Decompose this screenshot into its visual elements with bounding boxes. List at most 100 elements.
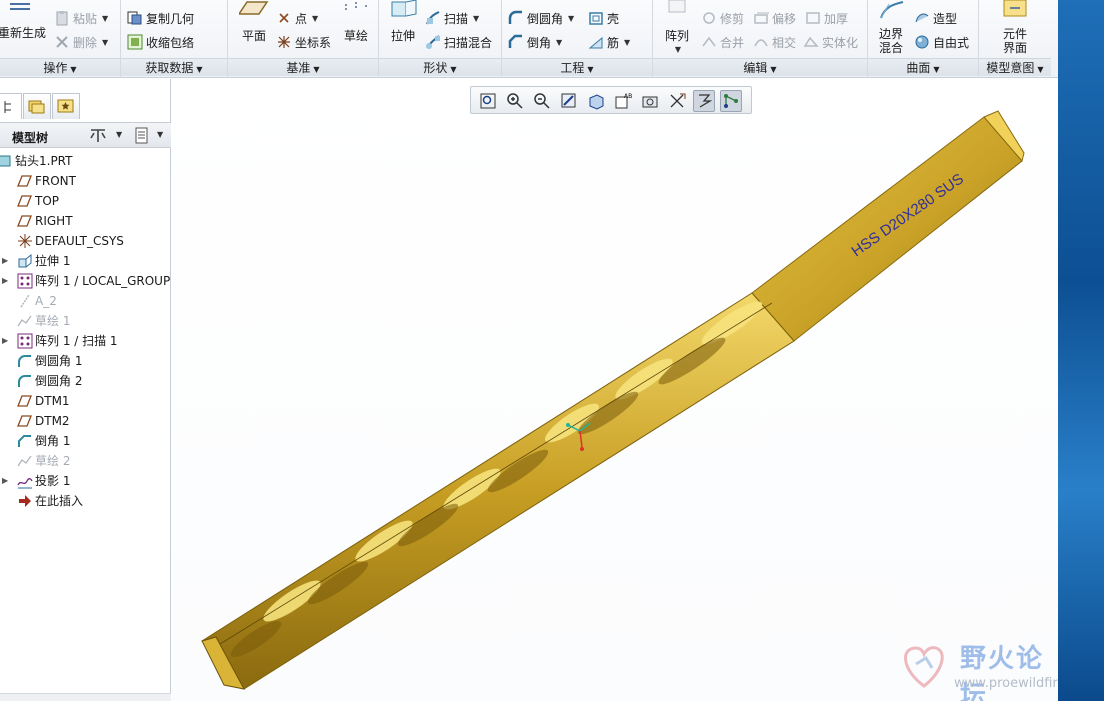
chevron-down-icon[interactable]: ▼: [157, 130, 163, 139]
tree-item[interactable]: 倒角 1: [0, 431, 171, 451]
expand-arrow-icon[interactable]: ▶: [2, 251, 8, 271]
tree-settings-icon[interactable]: [88, 127, 110, 145]
extrude-icon: [391, 0, 417, 17]
ribbon-group-model-intent: 元件 界面 模型意图 ▼: [979, 0, 1051, 78]
group-label-text: 曲面: [906, 61, 931, 75]
tree-item-label: 倒圆角 2: [35, 374, 83, 388]
tree-item[interactable]: TOP: [0, 191, 171, 211]
merge-label: 合并: [720, 35, 745, 50]
chevron-down-icon[interactable]: ▼: [116, 130, 122, 139]
tab-favorites[interactable]: [52, 93, 80, 119]
component-interface-button[interactable]: 元件 界面: [995, 0, 1035, 55]
solidify-button[interactable]: 实体化: [803, 32, 858, 52]
style-button[interactable]: 造型: [914, 8, 957, 28]
merge-icon: [702, 36, 716, 47]
sketch-button[interactable]: 草绘: [338, 0, 374, 43]
tree-item[interactable]: FRONT: [0, 171, 171, 191]
tree-item[interactable]: 钻头1.PRT: [0, 151, 171, 171]
sketch-label: 草绘: [343, 29, 368, 43]
group-label-datum[interactable]: 基准 ▼: [228, 58, 378, 76]
tree-item[interactable]: 草绘 1: [0, 311, 171, 331]
tree-item[interactable]: DEFAULT_CSYS: [0, 231, 171, 251]
tree-item[interactable]: DTM1: [0, 391, 171, 411]
shrinkwrap-label: 收缩包络: [146, 35, 195, 50]
folder-browser-icon: [28, 100, 45, 114]
pattern-button[interactable]: 阵列 ▼: [659, 0, 695, 57]
merge-button[interactable]: 合并: [701, 32, 744, 52]
group-label-shapes[interactable]: 形状 ▼: [379, 58, 501, 76]
chamfer-button[interactable]: 倒角 ▼: [508, 32, 562, 52]
group-label-surfaces[interactable]: 曲面 ▼: [868, 58, 978, 76]
offset-button[interactable]: 偏移: [753, 8, 796, 28]
csys-label: 坐标系: [295, 35, 332, 50]
group-label-get-data[interactable]: 获取数据 ▼: [121, 58, 227, 76]
tree-item[interactable]: ▶ 阵列 1 / 扫描 1: [0, 331, 171, 351]
offset-label: 偏移: [772, 11, 797, 26]
copy-geometry-button[interactable]: 复制几何: [127, 8, 194, 28]
regenerate-icon: [10, 3, 30, 10]
round-label: 倒圆角: [527, 11, 564, 26]
sweep-button[interactable]: 扫描 ▼: [425, 8, 479, 28]
drill-bit-model[interactable]: HSS D20X280 SUS: [172, 79, 1058, 701]
tree-item[interactable]: 倒圆角 2: [0, 371, 171, 391]
extrude-button[interactable]: 拉伸: [383, 0, 423, 43]
plane-button[interactable]: 平面: [234, 0, 274, 43]
chevron-down-icon: ▼: [587, 65, 594, 74]
graphics-viewport[interactable]: AB HSS D20X280 SUS 野火论坛 www.proewildfire…: [172, 79, 1085, 701]
tree-item[interactable]: ▶ 投影 1: [0, 471, 171, 491]
point-button[interactable]: 点 ▼: [276, 8, 318, 28]
ribbon-group-get-data: 复制几何 收缩包络 获取数据 ▼: [121, 0, 228, 78]
expand-arrow-icon[interactable]: ▶: [2, 331, 8, 351]
tree-item[interactable]: A_2: [0, 291, 171, 311]
group-label-operations[interactable]: 操作 ▼: [0, 58, 120, 76]
tree-item[interactable]: ▶ 拉伸 1: [0, 251, 171, 271]
paste-icon: [56, 11, 68, 26]
thicken-button[interactable]: 加厚: [805, 8, 848, 28]
tree-item[interactable]: ▶ 阵列 1 / LOCAL_GROUP: [0, 271, 171, 291]
rib-button[interactable]: 筋 ▼: [588, 32, 630, 52]
expand-arrow-icon[interactable]: ▶: [2, 471, 8, 491]
tree-item[interactable]: DTM2: [0, 411, 171, 431]
shrinkwrap-button[interactable]: 收缩包络: [127, 32, 194, 52]
projection-icon: [17, 478, 33, 489]
style-label: 造型: [933, 11, 958, 26]
extrude-icon: [18, 253, 32, 268]
csys-icon: [278, 36, 290, 48]
sketch-icon: [17, 455, 32, 467]
tree-item[interactable]: 倒圆角 1: [0, 351, 171, 371]
group-label-model-intent[interactable]: 模型意图 ▼: [979, 58, 1051, 76]
swept-blend-button[interactable]: 扫描混合: [425, 32, 492, 52]
freestyle-button[interactable]: 自由式: [914, 32, 969, 52]
tab-folder-browser[interactable]: [23, 93, 51, 119]
component-interface-label-line1: 元件: [1002, 27, 1027, 41]
tree-item-label: 拉伸 1: [35, 254, 71, 268]
pattern-grid-icon: [668, 0, 686, 13]
boundary-blend-label-line2: 混合: [878, 41, 903, 55]
delete-button[interactable]: 删除 ▼: [54, 32, 108, 52]
chevron-down-icon: ▼: [312, 13, 319, 23]
csys-button[interactable]: 坐标系: [276, 32, 331, 52]
round-button[interactable]: 倒圆角 ▼: [508, 8, 574, 28]
shell-icon: [589, 12, 603, 25]
boundary-blend-label-line1: 边界: [878, 27, 903, 41]
expand-arrow-icon[interactable]: ▶: [2, 271, 8, 291]
solidify-label: 实体化: [822, 35, 859, 50]
tree-item[interactable]: RIGHT: [0, 211, 171, 231]
show-filters-icon[interactable]: [134, 127, 150, 145]
copy-geometry-icon: [127, 11, 142, 25]
trim-button[interactable]: 修剪: [701, 8, 744, 28]
datum-plane-icon: [17, 395, 32, 407]
regenerate-button[interactable]: 重新生成: [0, 22, 46, 42]
model-tree-scrollbar[interactable]: [0, 693, 171, 701]
boundary-blend-button[interactable]: 边界 混合: [872, 0, 910, 55]
tab-model-tree[interactable]: [0, 93, 22, 119]
chevron-down-icon: ▼: [313, 65, 320, 74]
group-label-editing[interactable]: 编辑 ▼: [653, 58, 867, 76]
tree-item[interactable]: 草绘 2: [0, 451, 171, 471]
shell-button[interactable]: 壳: [588, 8, 619, 28]
paste-button[interactable]: 粘贴 ▼: [54, 8, 108, 28]
intersect-button[interactable]: 相交: [753, 32, 796, 52]
model-tree-title: 模型树: [12, 131, 49, 145]
group-label-engineering[interactable]: 工程 ▼: [502, 58, 652, 76]
tree-item[interactable]: 在此插入: [0, 491, 171, 511]
